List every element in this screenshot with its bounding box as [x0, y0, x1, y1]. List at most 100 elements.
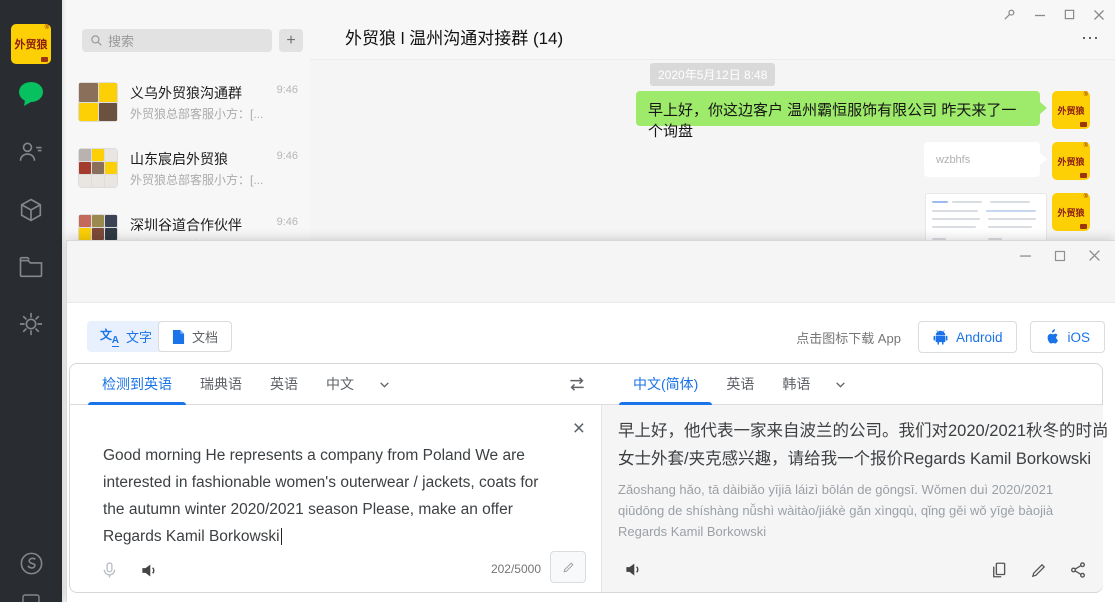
download-app-row: 点击图标下载 App Android iOS: [796, 321, 1105, 353]
swap-languages-icon[interactable]: [567, 374, 587, 394]
registered-mark: ®: [1084, 194, 1088, 200]
target-lang-chinese[interactable]: 中文(简体): [619, 364, 712, 404]
listen-source-icon[interactable]: [140, 561, 159, 580]
logo-mini-mark: [1080, 122, 1087, 127]
chat-name: 义乌外贸狼沟通群: [130, 83, 280, 103]
source-lang-chinese[interactable]: 中文: [312, 364, 368, 404]
android-download-button[interactable]: Android: [918, 321, 1018, 353]
target-language-tabs: 中文(简体) 英语 韩语: [601, 364, 847, 404]
translator-window: 文A 文字 文档 点击图标下载 App Android iOS: [66, 240, 1115, 602]
chat-name: 深圳谷道合作伙伴: [130, 215, 280, 235]
language-bar: 检测到英语 瑞典语 英语 中文 中文(简体) 英语 韩语: [70, 364, 1102, 405]
chat-preview: 外贸狼总部客服小方：[...: [130, 105, 300, 122]
translator-titlebar[interactable]: [67, 241, 1115, 303]
window-controls: [1003, 8, 1105, 21]
listen-translation-icon[interactable]: [624, 560, 643, 579]
chat-list-item[interactable]: 山东宸启外贸狼 外贸狼总部客服小方：[... 9:46: [62, 141, 310, 207]
sidebar-contacts-icon[interactable]: [0, 138, 62, 166]
message-bubble[interactable]: wzbhfs: [924, 142, 1040, 177]
add-chat-button[interactable]: +: [279, 29, 303, 52]
date-stamp: 2020年5月12日 8:48: [650, 63, 775, 86]
share-icon[interactable]: [1069, 561, 1087, 579]
bubble-tail: [1040, 102, 1047, 114]
android-icon: [933, 329, 948, 345]
minimize-icon[interactable]: [1019, 249, 1032, 262]
sidebar-device-icon[interactable]: [0, 594, 62, 602]
store-label: iOS: [1067, 330, 1090, 345]
download-hint: 点击图标下载 App: [796, 328, 901, 347]
chat-title: 外贸狼 l 温州沟通对接群 (14): [345, 24, 563, 49]
chat-name: 山东宸启外贸狼: [130, 149, 280, 169]
edit-translation-icon[interactable]: [1030, 562, 1047, 579]
chat-list-item[interactable]: 义乌外贸狼沟通群 外贸狼总部客服小方：[... 9:46: [62, 75, 310, 141]
translated-text: 早上好，他代表一家来自波兰的公司。我们对2020/2021秋冬的时尚女士外套/夹…: [618, 417, 1110, 473]
apple-icon: [1045, 329, 1059, 345]
search-input[interactable]: 搜索: [82, 29, 272, 52]
registered-mark: ®: [45, 25, 49, 31]
translate-icon: 文A: [100, 328, 119, 345]
source-lang-english[interactable]: 英语: [256, 364, 312, 404]
plus-icon: +: [286, 32, 295, 50]
microphone-icon[interactable]: [100, 561, 119, 580]
sidebar-chat-icon[interactable]: [0, 78, 62, 108]
message-bubble[interactable]: 早上好，你这边客户 温州霸恒服饰有限公司 昨天来了一个询盘: [636, 91, 1040, 126]
document-icon: [172, 329, 185, 345]
store-label: Android: [956, 330, 1003, 345]
app-sidebar: 外贸狼 ®: [0, 0, 62, 602]
app-logo[interactable]: 外贸狼 ®: [11, 24, 51, 64]
chat-more-button[interactable]: ⋯: [1081, 28, 1101, 49]
chat-preview: 外贸狼总部客服小方：[...: [130, 171, 300, 188]
close-icon[interactable]: [1093, 9, 1105, 21]
target-lang-english[interactable]: 英语: [712, 364, 768, 404]
translation-actions: [990, 561, 1087, 579]
source-pane: Good morning He represents a company fro…: [70, 405, 601, 592]
sidebar-package-icon[interactable]: [0, 196, 62, 224]
logo-mini-mark: [1080, 224, 1087, 229]
registered-mark: ®: [1084, 143, 1088, 149]
target-lang-korean[interactable]: 韩语: [768, 364, 824, 404]
clear-source-icon[interactable]: ×: [573, 419, 585, 439]
maximize-icon[interactable]: [1054, 250, 1066, 262]
target-pane: 早上好，他代表一家来自波兰的公司。我们对2020/2021秋冬的时尚女士外套/夹…: [601, 405, 1103, 592]
translate-card: 检测到英语 瑞典语 英语 中文 中文(简体) 英语 韩语: [69, 363, 1103, 593]
tab-document-mode[interactable]: 文档: [158, 321, 232, 352]
logo-mini-mark: [1080, 173, 1087, 178]
copy-icon[interactable]: [990, 561, 1008, 579]
avatar-text: 外贸狼: [1057, 155, 1084, 168]
sender-avatar[interactable]: 外贸狼 ®: [1052, 91, 1090, 129]
edit-source-button[interactable]: [550, 551, 586, 583]
chat-time: 9:46: [277, 216, 298, 228]
pin-icon[interactable]: [1003, 8, 1016, 21]
minimize-icon[interactable]: [1034, 9, 1046, 21]
avatar-text: 外贸狼: [1057, 206, 1084, 219]
bubble-tail: [1040, 153, 1047, 165]
registered-mark: ®: [1084, 92, 1088, 98]
source-text-input[interactable]: Good morning He represents a company fro…: [103, 442, 553, 550]
group-avatar: [78, 148, 118, 188]
chevron-down-icon[interactable]: [834, 378, 847, 391]
close-icon[interactable]: [1088, 249, 1101, 262]
sender-avatar[interactable]: 外贸狼 ®: [1052, 193, 1090, 231]
maximize-icon[interactable]: [1064, 9, 1075, 20]
search-placeholder: 搜索: [108, 31, 134, 50]
tab-label: 文档: [192, 327, 218, 346]
source-lang-swedish[interactable]: 瑞典语: [186, 364, 256, 404]
source-lang-detected[interactable]: 检测到英语: [88, 364, 186, 404]
translator-window-controls: [1019, 249, 1101, 262]
source-language-tabs: 检测到英语 瑞典语 英语 中文: [70, 364, 391, 404]
search-icon: [90, 34, 103, 47]
chat-time: 9:46: [277, 150, 298, 162]
group-avatar: [78, 82, 118, 122]
sidebar-folder-icon[interactable]: [0, 253, 62, 281]
sender-avatar[interactable]: 外贸狼 ®: [1052, 142, 1090, 180]
app-window: 外贸狼 ® 搜索: [0, 0, 1115, 602]
chat-time: 9:46: [277, 84, 298, 96]
sidebar-apps-icon[interactable]: [0, 310, 62, 338]
ios-download-button[interactable]: iOS: [1030, 321, 1105, 353]
char-counter: 202/5000: [491, 562, 541, 576]
logo-mini-mark: [41, 57, 48, 62]
tab-text-mode[interactable]: 文A 文字: [87, 321, 165, 352]
sidebar-link-icon[interactable]: [0, 550, 62, 577]
avatar-text: 外贸狼: [1057, 104, 1084, 117]
chevron-down-icon[interactable]: [378, 378, 391, 391]
